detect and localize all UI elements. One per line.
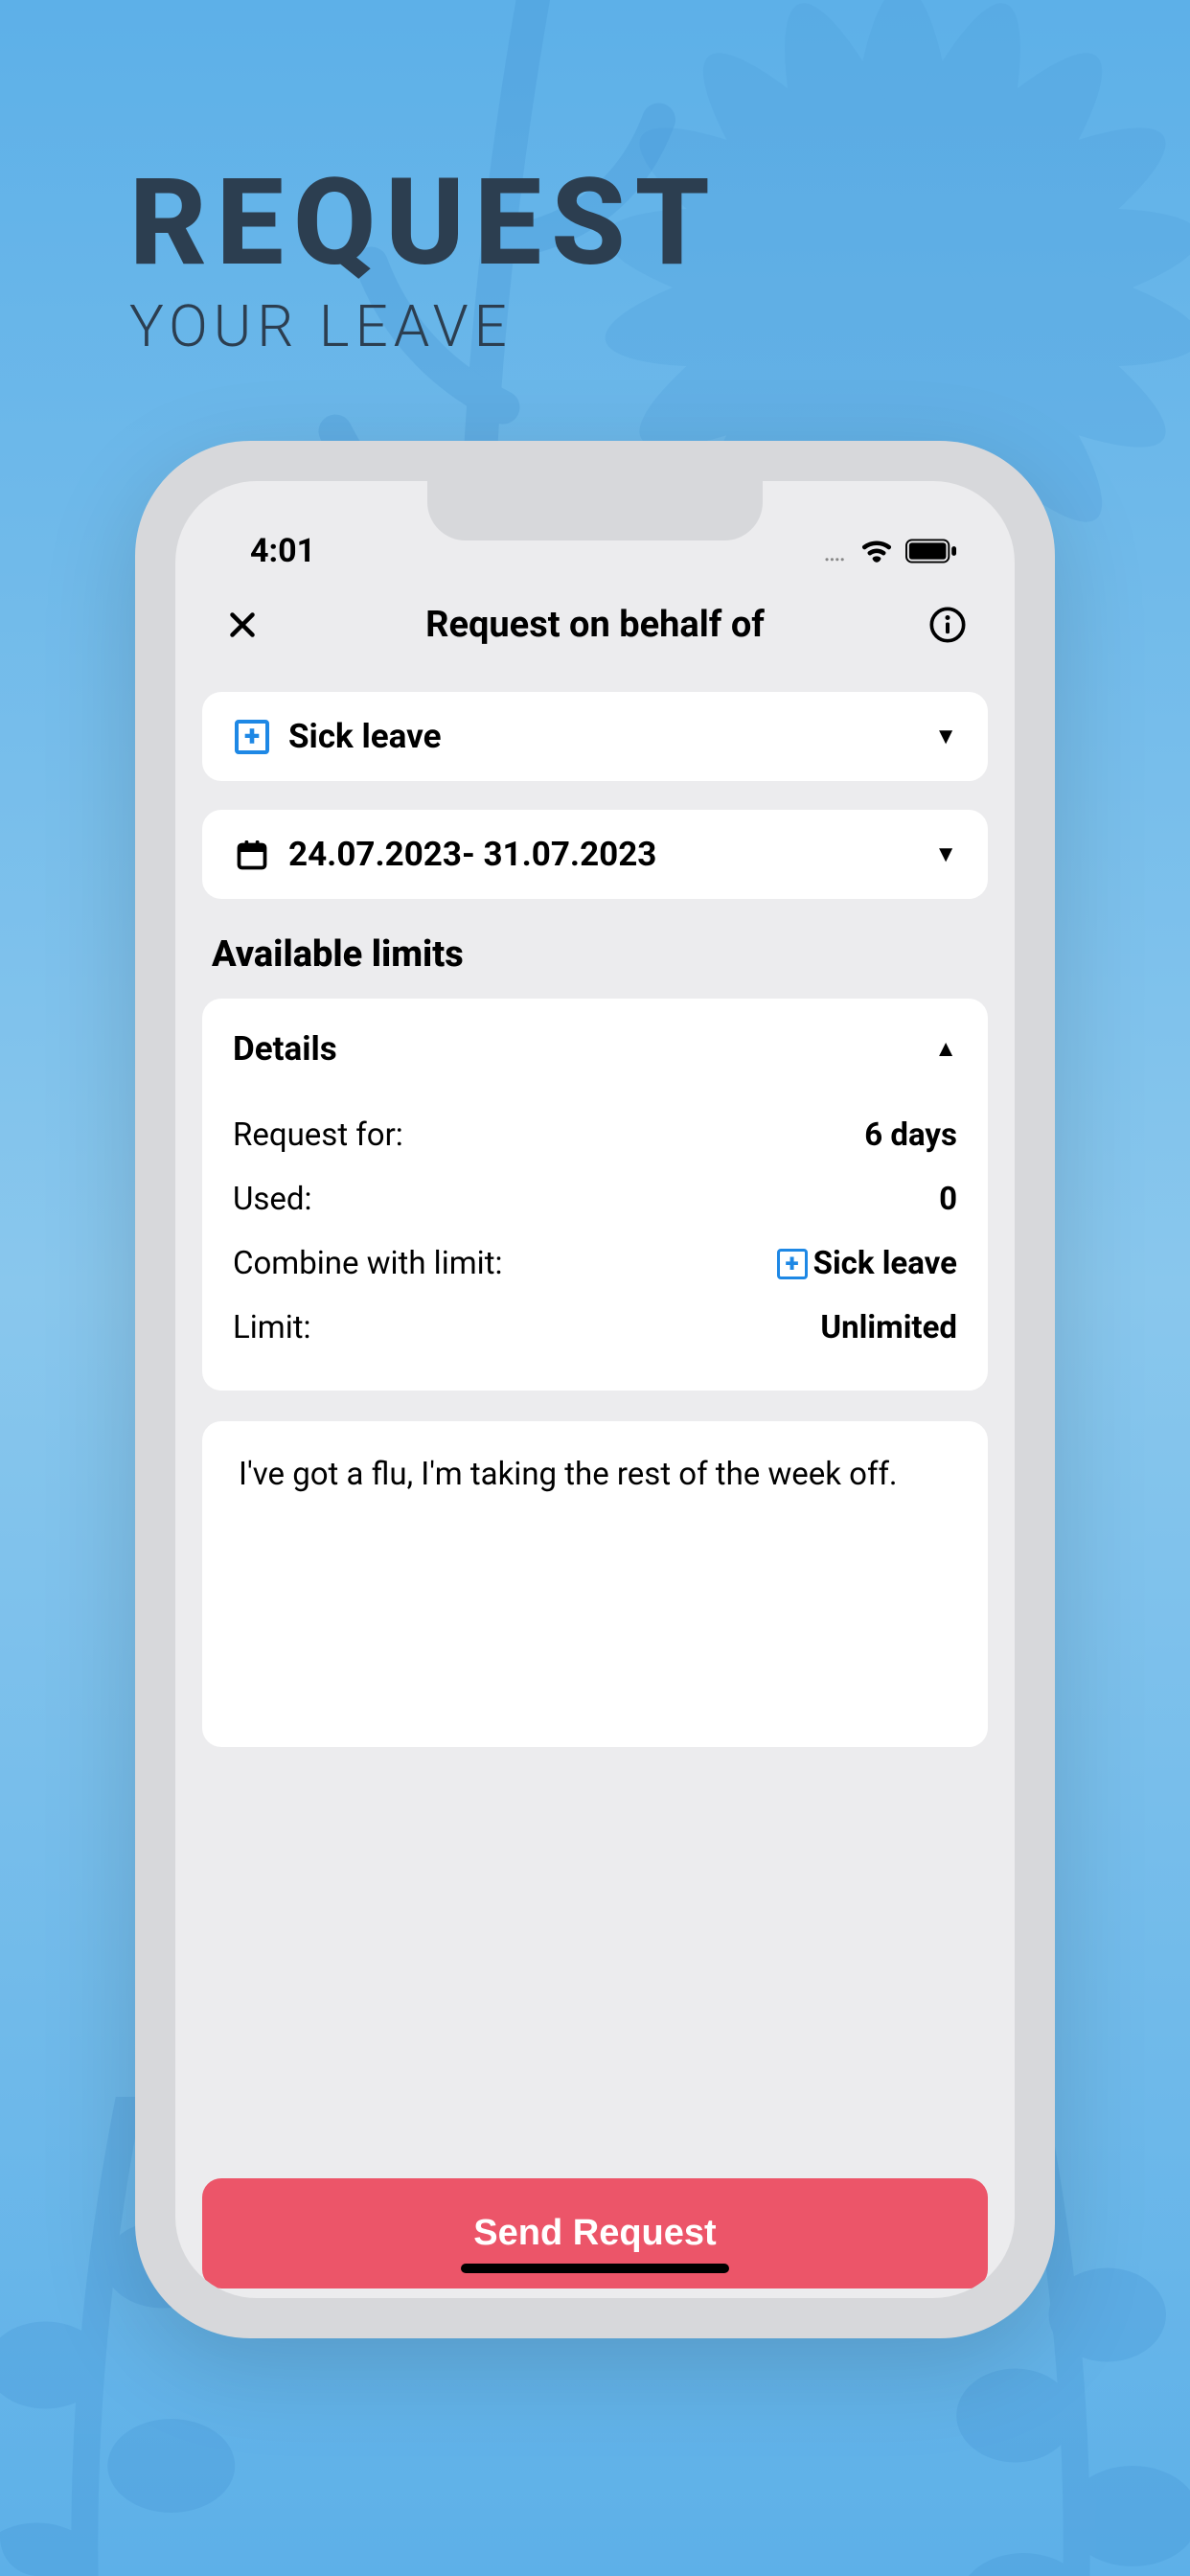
chevron-down-icon: ▼ [934,840,957,868]
leave-type-select[interactable]: + Sick leave ▼ [202,692,988,781]
page-title: Request on behalf of [263,604,927,646]
battery-icon [905,539,957,564]
detail-label: Request for: [233,1116,403,1154]
form-content: + Sick leave ▼ 24.07.2023- 31.07.2023 ▼ … [175,675,1015,2298]
status-time: 4:01 [250,532,315,570]
info-button[interactable] [927,604,969,646]
note-textarea[interactable]: I've got a flu, I'm taking the rest of t… [202,1421,988,1747]
nav-header: Request on behalf of [175,586,1015,675]
detail-label: Limit: [233,1309,311,1346]
date-range-label: 24.07.2023- 31.07.2023 [288,835,917,874]
promo-title: REQUEST [129,163,1190,283]
detail-value: + Sick leave [777,1245,957,1282]
chevron-down-icon: ▼ [934,723,957,750]
close-button[interactable] [221,604,263,646]
detail-label: Used: [233,1181,312,1218]
limits-heading: Available limits [212,933,978,976]
home-indicator[interactable] [461,2264,729,2273]
detail-row-request-for: Request for: 6 days [233,1103,957,1167]
details-toggle[interactable]: Details ▲ [233,1029,957,1069]
calendar-icon [233,836,271,874]
promo-header: REQUEST YOUR LEAVE [0,0,1190,360]
promo-subtitle: YOUR LEAVE [129,292,1190,360]
detail-value: Unlimited [820,1309,957,1346]
wifi-icon [859,539,894,564]
leave-type-label: Sick leave [288,717,917,756]
details-card: Details ▲ Request for: 6 days Used: 0 Co… [202,999,988,1391]
detail-row-limit: Limit: Unlimited [233,1296,957,1360]
phone-notch [427,481,763,540]
phone-frame: 4:01 .... Request on behalf of [135,441,1055,2338]
detail-row-used: Used: 0 [233,1167,957,1231]
detail-value: 6 days [864,1116,957,1154]
detail-value: 0 [939,1181,957,1218]
combine-value-text: Sick leave [813,1245,957,1282]
date-range-select[interactable]: 24.07.2023- 31.07.2023 ▼ [202,810,988,899]
medical-plus-icon: + [777,1249,808,1279]
detail-row-combine: Combine with limit: + Sick leave [233,1231,957,1296]
chevron-up-icon: ▲ [934,1035,957,1063]
status-icons: .... [823,536,957,567]
phone-screen: 4:01 .... Request on behalf of [175,481,1015,2298]
detail-label: Combine with limit: [233,1245,502,1282]
details-title: Details [233,1029,337,1069]
cellular-icon: .... [823,536,844,567]
medical-plus-icon: + [233,718,271,756]
note-text: I've got a flu, I'm taking the rest of t… [239,1454,951,1497]
